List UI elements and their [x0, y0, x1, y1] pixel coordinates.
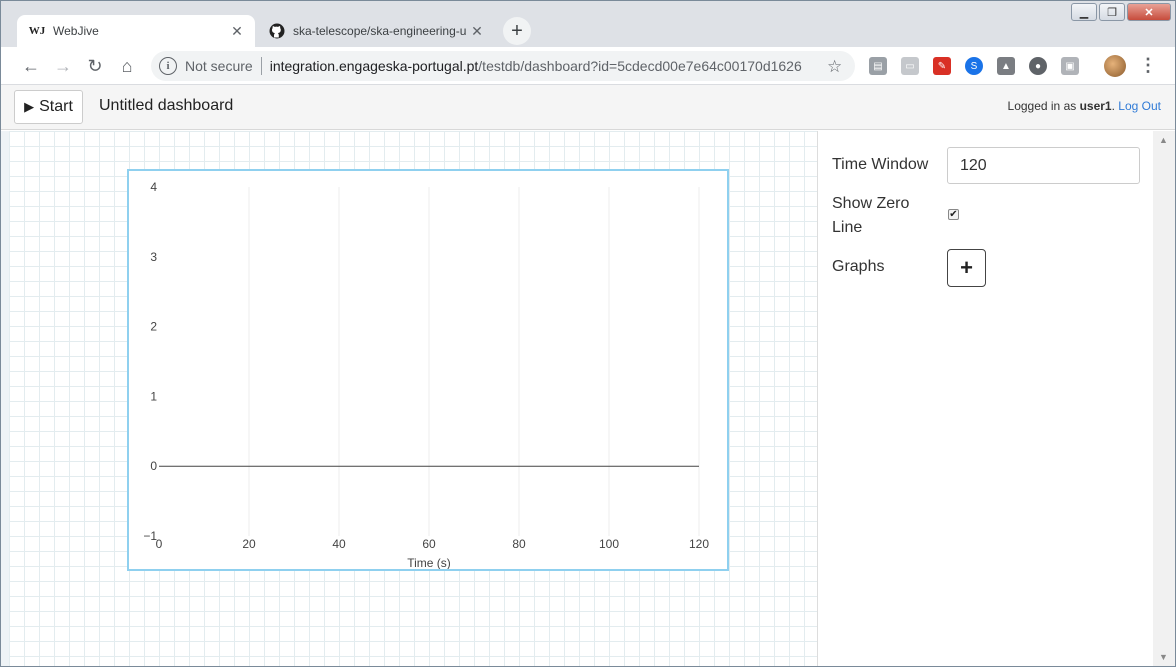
window-close-button[interactable]: ✕: [1127, 3, 1171, 21]
login-status: Logged in as user1. Log Out: [1008, 99, 1161, 113]
info-icon[interactable]: i: [159, 57, 177, 75]
tab-github[interactable]: ska-telescope/ska-engineering-u ✕: [257, 15, 495, 47]
scroll-up-icon[interactable]: ▲: [1159, 135, 1168, 145]
show-zero-line-label-line1: Show Zero: [832, 195, 910, 212]
username: user1: [1079, 99, 1112, 113]
play-icon: ▶: [24, 99, 35, 114]
maximize-button[interactable]: ❐: [1099, 3, 1125, 21]
window-controls: ▁ ❐ ✕: [1069, 3, 1171, 21]
browser-window: WJ WebJive ✕ ska-telescope/ska-engineeri…: [0, 0, 1176, 667]
x-tick-label: 20: [242, 537, 256, 551]
bookmark-star-icon[interactable]: ☆: [827, 57, 842, 77]
security-status: Not secure: [185, 58, 253, 74]
tab-strip: WJ WebJive ✕ ska-telescope/ska-engineeri…: [1, 1, 1175, 47]
y-tick-label: 4: [150, 180, 157, 194]
tab-webjive[interactable]: WJ WebJive ✕: [17, 15, 255, 47]
home-icon[interactable]: ⌂: [115, 54, 139, 78]
scroll-down-icon[interactable]: ▼: [1159, 652, 1168, 662]
graphs-label: Graphs: [832, 258, 885, 275]
logout-link[interactable]: Log Out: [1118, 99, 1161, 113]
github-icon: [269, 23, 285, 39]
time-window-input[interactable]: [947, 147, 1140, 184]
forward-arrow-icon[interactable]: →: [51, 54, 75, 78]
x-tick-label: 40: [332, 537, 346, 551]
circle-extension-icon[interactable]: ●: [1029, 57, 1047, 75]
extension-icon[interactable]: ▤: [869, 57, 887, 75]
start-button[interactable]: ▶ Start: [14, 90, 83, 124]
tab-title: ska-telescope/ska-engineering-u: [293, 24, 467, 38]
reload-icon[interactable]: ↻: [83, 54, 107, 78]
y-tick-label: 1: [150, 389, 157, 403]
minimize-button[interactable]: ▁: [1071, 3, 1097, 21]
x-tick-label: 80: [512, 537, 526, 551]
time-series-widget[interactable]: 0 20 40 60 80 100 120 −1 0 1 2 3 4 Time (s): [127, 169, 729, 571]
tab-title: WebJive: [53, 24, 99, 38]
x-axis-label: Time (s): [407, 556, 451, 569]
start-label: Start: [39, 98, 73, 115]
more-menu-icon[interactable]: ⋮: [1139, 55, 1157, 76]
s-extension-icon[interactable]: S: [965, 57, 983, 75]
browser-toolbar: ← → ↻ ⌂ i Not secure integration.engages…: [1, 47, 1175, 85]
url-path: /testdb/dashboard?id=5cdecd00e7e64c00170…: [478, 58, 802, 74]
y-tick-label: 0: [150, 459, 157, 473]
plus-icon: +: [960, 255, 973, 280]
close-tab-icon[interactable]: ✕: [469, 23, 485, 39]
extension-icon[interactable]: ▭: [901, 57, 919, 75]
canvas-left-edge: [1, 131, 9, 666]
time-series-chart: 0 20 40 60 80 100 120−101234Time (s): [143, 180, 709, 569]
scrollbar[interactable]: ▲ ▼: [1153, 131, 1175, 666]
dashboard-title[interactable]: Untitled dashboard: [99, 97, 233, 115]
dashboard-canvas[interactable]: 0 20 40 60 80 100 120 −1 0 1 2 3 4 Time (s): [9, 131, 817, 666]
app-header: ▶ Start Untitled dashboard Logged in as …: [1, 85, 1175, 130]
time-window-label: Time Window: [832, 156, 929, 173]
y-tick-label: −1: [143, 529, 157, 543]
webjive-favicon-icon: WJ: [28, 25, 46, 37]
webjive-page: ▶ Start Untitled dashboard Logged in as …: [1, 85, 1175, 666]
login-prefix: Logged in as: [1007, 99, 1080, 113]
y-tick-label: 2: [150, 320, 157, 334]
inspector-panel: Time Window Show Zero Line ✔ Graphs +: [817, 131, 1153, 666]
url-host: integration.engageska-portugal.pt: [269, 58, 479, 74]
show-zero-line-label-line2: Line: [832, 219, 863, 236]
drive-icon[interactable]: ▲: [997, 57, 1015, 75]
back-arrow-icon[interactable]: ←: [19, 54, 43, 78]
plus-icon: +: [511, 19, 523, 42]
close-tab-icon[interactable]: ✕: [229, 23, 245, 39]
show-zero-line-checkbox[interactable]: ✔: [948, 209, 959, 220]
cast-icon[interactable]: ▣: [1061, 57, 1079, 75]
pen-extension-icon[interactable]: ✎: [933, 57, 951, 75]
add-graph-button[interactable]: +: [947, 249, 986, 287]
y-tick-label: 3: [150, 250, 157, 264]
login-suffix: .: [1111, 99, 1115, 113]
new-tab-button[interactable]: +: [503, 17, 531, 45]
x-tick-label: 60: [422, 537, 436, 551]
x-tick-label: 100: [599, 537, 619, 551]
x-tick-label: 120: [689, 537, 709, 551]
profile-avatar[interactable]: [1104, 55, 1126, 77]
url-divider: [260, 57, 262, 75]
address-bar[interactable]: i Not secure integration.engageska-portu…: [151, 51, 855, 81]
